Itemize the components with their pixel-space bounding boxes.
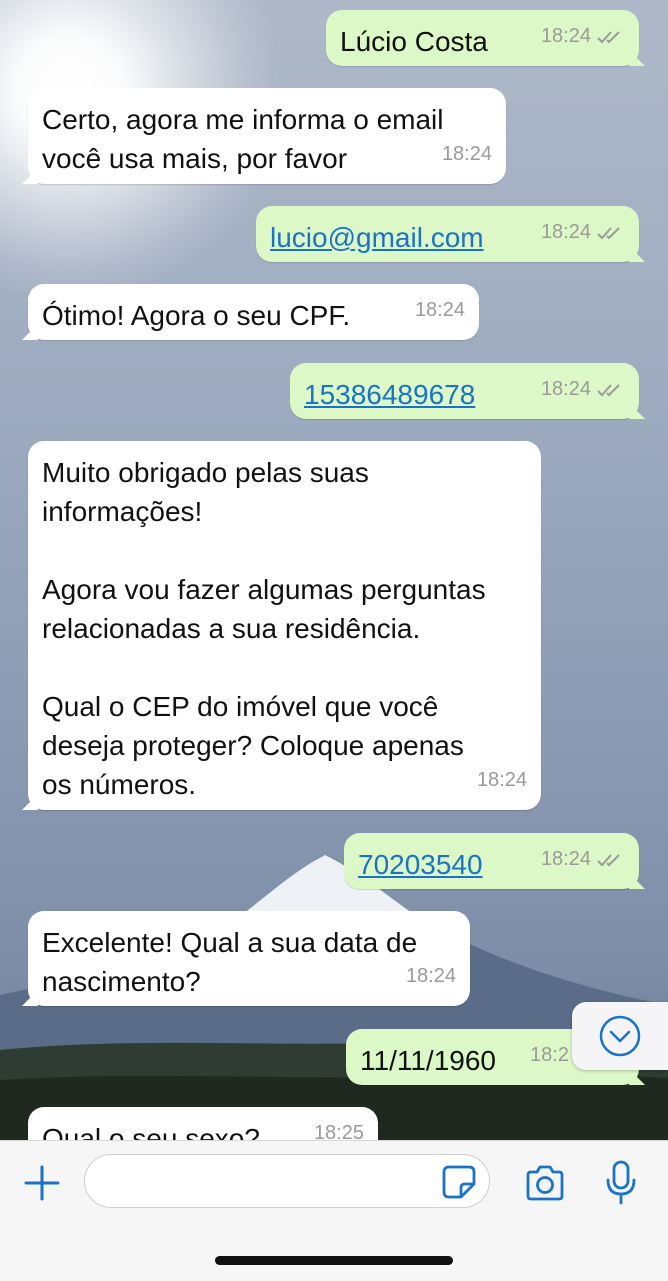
message-outgoing[interactable]: 15386489678 18:24 xyxy=(290,363,645,419)
message-time: 18:24 xyxy=(476,769,527,791)
home-indicator[interactable] xyxy=(215,1256,453,1265)
chevron-down-circle-icon xyxy=(599,1015,641,1057)
message-incoming[interactable]: Excelente! Qual a sua data de nascimento… xyxy=(22,911,470,1006)
message-input[interactable] xyxy=(84,1154,490,1208)
message-meta: 18:24 xyxy=(541,840,625,879)
message-incoming[interactable]: Certo, agora me informa o email você usa… xyxy=(22,88,506,184)
bubble-tail xyxy=(22,794,38,810)
message-meta: 18:2 xyxy=(530,1036,569,1075)
double-check-icon xyxy=(597,30,620,43)
message-incoming[interactable]: Ótimo! Agora o seu CPF. 18:24 xyxy=(22,284,479,340)
message-meta: 18:24 xyxy=(477,761,527,800)
camera-button[interactable] xyxy=(520,1159,570,1207)
message-outgoing[interactable]: lucio@gmail.com 18:24 xyxy=(256,206,645,262)
message-time: 18:25 xyxy=(313,1122,364,1140)
message-time: 18:24 xyxy=(540,25,591,47)
sticker-button[interactable] xyxy=(438,1161,480,1203)
message-meta: 18:25 xyxy=(314,1114,364,1140)
message-meta: 18:24 xyxy=(541,370,625,409)
message-text: Qual o seu sexo? xyxy=(42,1123,260,1140)
bubble-tail xyxy=(22,324,38,340)
message-outgoing[interactable]: Lúcio Costa 18:24 xyxy=(326,10,645,66)
bubble-tail xyxy=(629,873,645,889)
microphone-icon xyxy=(606,1160,636,1205)
plus-icon xyxy=(24,1165,60,1201)
message-meta: 18:24 xyxy=(415,291,465,330)
bubble-tail xyxy=(629,50,645,66)
message-time: 18:24 xyxy=(405,965,456,987)
double-check-icon xyxy=(597,383,620,396)
message-text: Lúcio Costa xyxy=(340,26,488,57)
message-time: 18:24 xyxy=(441,143,492,165)
message-time: 18:24 xyxy=(540,378,591,400)
message-meta: 18:24 xyxy=(442,135,492,174)
scroll-to-bottom-button[interactable] xyxy=(572,1002,668,1070)
message-time: 18:24 xyxy=(414,299,465,321)
message-incoming[interactable]: Qual o seu sexo? 18:25 xyxy=(28,1107,378,1140)
message-text: Certo, agora me informa o email você usa… xyxy=(42,104,444,174)
message-outgoing[interactable]: 70203540 18:24 xyxy=(344,833,645,889)
chat-message-list[interactable]: Lúcio Costa 18:24 Certo, agora me inform… xyxy=(0,0,668,1140)
double-check-icon xyxy=(597,226,620,239)
bubble-tail xyxy=(22,168,38,184)
bubble-tail xyxy=(629,403,645,419)
bubble-tail xyxy=(22,990,38,1006)
bubble-tail xyxy=(629,1069,645,1085)
message-meta: 18:24 xyxy=(541,17,625,56)
double-check-icon xyxy=(597,853,620,866)
message-text: Muito obrigado pelas suas informações! A… xyxy=(42,457,486,800)
email-link[interactable]: lucio@gmail.com xyxy=(270,222,484,253)
number-link[interactable]: 70203540 xyxy=(358,849,483,880)
camera-icon xyxy=(526,1165,564,1201)
message-time: 18:24 xyxy=(540,221,591,243)
attach-button[interactable] xyxy=(18,1159,66,1207)
bubble-tail xyxy=(629,246,645,262)
message-meta: 18:24 xyxy=(541,213,625,252)
message-text: Excelente! Qual a sua data de nascimento… xyxy=(42,927,418,997)
message-time: 18:24 xyxy=(540,848,591,870)
phone-number-link[interactable]: 15386489678 xyxy=(304,379,475,410)
sticker-icon xyxy=(442,1165,476,1199)
microphone-button[interactable] xyxy=(598,1155,644,1211)
message-text: 11/11/1960 xyxy=(360,1045,496,1076)
message-incoming[interactable]: Muito obrigado pelas suas informações! A… xyxy=(22,441,541,810)
message-text: Ótimo! Agora o seu CPF. xyxy=(42,300,351,331)
message-meta: 18:24 xyxy=(406,957,456,996)
message-time: 18:2 xyxy=(530,1044,569,1066)
